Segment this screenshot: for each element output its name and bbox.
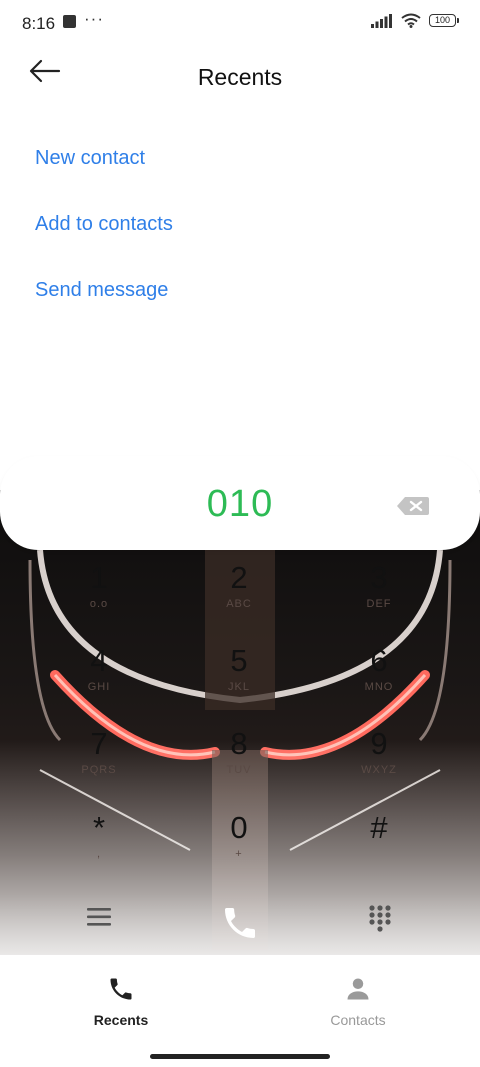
key-2[interactable]: 2 ABC [184, 560, 294, 630]
phone-call-icon [225, 908, 255, 938]
keypad-toggle-button[interactable] [368, 904, 392, 937]
menu-icon [87, 908, 111, 926]
key-7[interactable]: 7 PQRS [44, 726, 154, 796]
battery-icon: 100 [429, 14, 459, 27]
home-indicator [150, 1054, 330, 1059]
tab-recents-label: Recents [93, 1012, 149, 1028]
add-to-contacts-link[interactable]: Add to contacts [35, 213, 173, 236]
key-1[interactable]: 1 o.o [44, 560, 154, 630]
key-0[interactable]: 0 + [184, 810, 294, 880]
number-display: 010 [0, 456, 480, 550]
key-star[interactable]: * , [44, 810, 154, 880]
page-title: Recents [197, 64, 283, 90]
status-time: 8:16 [22, 14, 56, 33]
key-8[interactable]: 8 TUV [184, 726, 294, 796]
key-5[interactable]: 5 JKL [184, 643, 294, 713]
bottom-tab-bar: Recents Contacts [0, 955, 480, 1035]
key-9[interactable]: 9 WXYZ [324, 726, 434, 796]
call-button[interactable] [220, 903, 260, 948]
status-icons: 100 [371, 13, 459, 28]
signal-icon [371, 13, 392, 28]
new-contact-link[interactable]: New contact [35, 147, 145, 170]
backspace-button[interactable] [396, 496, 432, 518]
wifi-icon [401, 13, 421, 28]
more-notifications-icon: ··· [84, 9, 104, 28]
menu-button[interactable] [86, 906, 112, 933]
key-6[interactable]: 6 MNO [324, 643, 434, 713]
status-bar: 8:16 ··· 100 [0, 0, 480, 46]
tab-contacts-label: Contacts [330, 1012, 386, 1028]
tab-recents[interactable]: Recents [41, 975, 201, 1028]
key-3[interactable]: 3 DEF [324, 560, 434, 630]
phone-icon [110, 978, 132, 1000]
tab-contacts[interactable]: Contacts [278, 975, 438, 1028]
send-message-link[interactable]: Send message [35, 279, 168, 302]
key-hash[interactable]: # [324, 810, 434, 880]
backspace-icon [397, 497, 429, 515]
keypad-icon [369, 905, 391, 932]
top-bar: Recents [0, 50, 480, 106]
person-icon [347, 978, 369, 1000]
notification-icon [63, 15, 76, 28]
key-4[interactable]: 4 GHI [44, 643, 154, 713]
